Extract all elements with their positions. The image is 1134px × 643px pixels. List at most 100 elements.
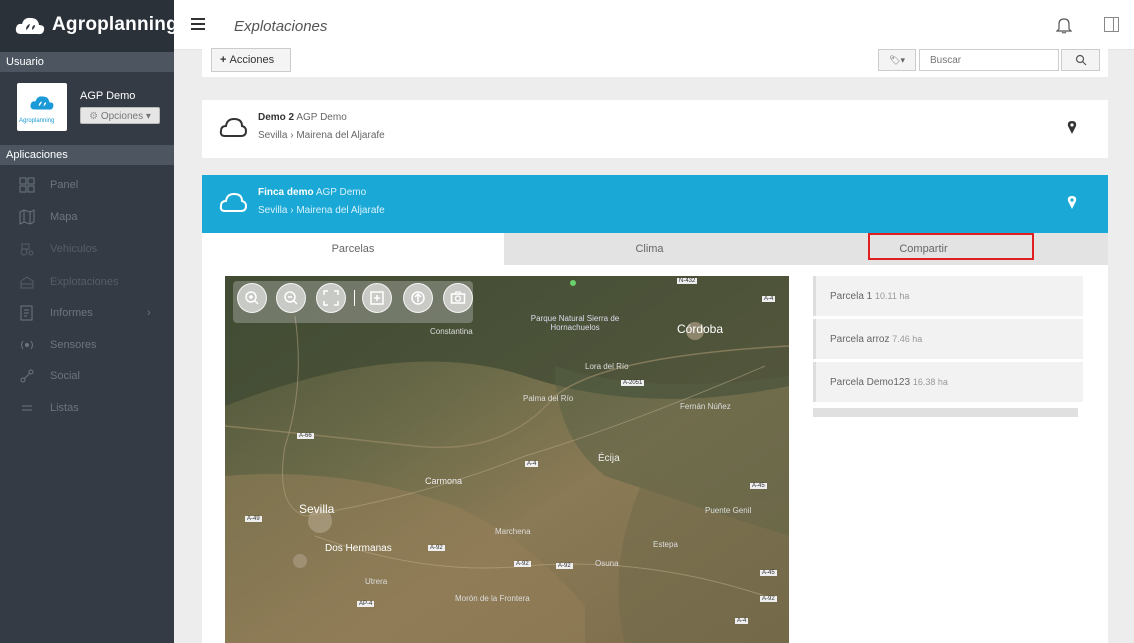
nav-item-vehiculos[interactable]: Vehiculos — [0, 234, 174, 264]
map-pin-icon[interactable] — [1067, 195, 1077, 209]
map-label-palma: Palma del Río — [523, 394, 574, 403]
road-label: AP-4 — [357, 601, 375, 607]
parcel-area: 7.46 ha — [892, 334, 923, 344]
search-icon — [1075, 54, 1086, 66]
nav-item-sensores[interactable]: Sensores — [0, 330, 174, 360]
nav-label: Sensores — [50, 339, 97, 351]
fullscreen-button[interactable] — [316, 283, 346, 313]
brand-name: Agroplanning — [52, 14, 178, 35]
parcel-list: Parcela 1 10.11 ha Parcela arroz 7.46 ha… — [813, 276, 1083, 416]
bell-icon[interactable] — [1056, 16, 1072, 34]
map-label-fernan: Fernán Núñez — [680, 402, 731, 411]
highlight-box — [868, 233, 1034, 260]
map-label-cordoba: Córdoba — [677, 322, 724, 336]
parcel-area: 10.11 ha — [875, 291, 910, 301]
draw-area-icon — [370, 291, 384, 305]
nav-item-listas[interactable]: Listas — [0, 393, 174, 423]
map-label-ecija: Écija — [598, 453, 620, 464]
farm-icon — [18, 273, 36, 291]
nav-item-mapa[interactable]: Mapa — [0, 202, 174, 232]
map-icon — [18, 208, 36, 226]
top-bar: Explotaciones — [174, 0, 1134, 50]
farm-cloud-icon — [219, 117, 247, 137]
nav-label: Panel — [50, 179, 79, 191]
hamburger-menu-icon[interactable] — [191, 18, 205, 30]
options-label: Opciones ▾ — [100, 111, 151, 122]
farm-title: Finca demo AGP Demo — [258, 187, 366, 198]
camera-icon — [450, 291, 466, 304]
chevron-right-icon: › — [147, 307, 151, 319]
user-name: AGP Demo — [80, 90, 136, 102]
parcel-name: Parcela arroz — [830, 334, 890, 345]
nav-label: Listas — [50, 402, 79, 414]
reports-icon — [18, 304, 36, 322]
farm-card-selected[interactable]: Finca demo AGP Demo Sevilla › Mairena de… — [202, 175, 1108, 233]
search-input[interactable] — [919, 49, 1059, 71]
parcel-item[interactable]: Parcela arroz 7.46 ha — [813, 319, 1083, 359]
nav-item-informes[interactable]: Informes › — [0, 298, 174, 328]
tab-parcelas[interactable]: Parcelas — [202, 233, 504, 265]
search-button[interactable] — [1061, 49, 1100, 71]
nav-item-social[interactable]: Social — [0, 361, 174, 391]
road-label: A-2051 — [621, 380, 645, 386]
parcel-item[interactable]: Parcela 1 10.11 ha — [813, 276, 1083, 316]
draw-area-button[interactable] — [362, 283, 392, 313]
list-icon — [18, 399, 36, 417]
farm-title: Demo 2 AGP Demo — [258, 112, 347, 123]
parcel-name: Parcela 1 — [830, 291, 873, 302]
side-panel-toggle-icon[interactable] — [1104, 17, 1119, 32]
map-label-moron: Morón de la Frontera — [455, 594, 530, 603]
farm-name: Demo 2 — [258, 112, 295, 123]
actions-button[interactable]: + Acciones — [211, 48, 291, 72]
satellite-map[interactable]: Parque Natural Sierra de Hornachuelos Có… — [225, 276, 789, 643]
avatar[interactable]: Agroplanning — [17, 83, 67, 131]
nav-item-panel[interactable]: Panel — [0, 170, 174, 200]
map-label-estepa: Estepa — [653, 540, 678, 549]
vehicles-icon — [18, 240, 36, 258]
sensors-icon — [18, 336, 36, 354]
map-label-lora: Lora del Río — [585, 362, 629, 371]
compass-icon — [411, 291, 425, 305]
toolbar: + Acciones 🏷▾ — [202, 45, 1108, 77]
road-label: A-92 — [514, 561, 531, 567]
parcel-name: Parcela Demo123 — [830, 377, 911, 388]
nav-label: Informes — [50, 307, 93, 319]
road-label: N-432 — [677, 278, 698, 284]
map-label-sevilla: Sevilla — [299, 502, 335, 516]
road-label: A-92 — [428, 545, 445, 551]
farm-owner: AGP Demo — [296, 112, 347, 123]
road-label: A-4 — [525, 461, 539, 467]
dashboard-icon — [18, 176, 36, 194]
brand-bar[interactable]: Agroplanning — [0, 0, 178, 52]
map-label-constantina: Constantina — [430, 327, 473, 336]
screenshot-button[interactable] — [443, 283, 473, 313]
road-label: A-4 — [735, 618, 749, 624]
zoom-in-button[interactable] — [237, 283, 267, 313]
farm-card[interactable]: Demo 2 AGP Demo Sevilla › Mairena del Al… — [202, 100, 1108, 158]
tags-icon: 🏷▾ — [889, 55, 905, 65]
nav-item-explotaciones[interactable]: Explotaciones — [0, 267, 174, 297]
tab-clima[interactable]: Clima — [504, 233, 795, 265]
apps-section-header: Aplicaciones — [0, 145, 174, 165]
map-pin-icon[interactable] — [1067, 120, 1077, 134]
map-label-park: Parque Natural Sierra de Hornachuelos — [530, 314, 620, 332]
cloud-logo-icon — [15, 17, 45, 35]
farm-location: Sevilla › Mairena del Aljarafe — [258, 205, 385, 216]
zoom-in-icon — [245, 291, 259, 305]
map-label-utrera: Utrera — [365, 577, 388, 586]
north-button[interactable] — [403, 283, 433, 313]
map-label-dos-hermanas: Dos Hermanas — [325, 543, 392, 554]
parcel-area: 16.38 ha — [912, 377, 948, 387]
farm-location: Sevilla › Mairena del Aljarafe — [258, 130, 385, 141]
map-controls-bar — [233, 281, 473, 323]
options-button[interactable]: ⚙ Opciones ▾ — [80, 107, 160, 124]
nav-label: Vehiculos — [50, 243, 98, 255]
parcel-item[interactable]: Parcela Demo123 16.38 ha — [813, 362, 1083, 402]
tags-dropdown-button[interactable]: 🏷▾ — [878, 49, 916, 71]
gear-icon: ⚙ — [89, 111, 101, 122]
zoom-out-button[interactable] — [276, 283, 306, 313]
sidebar: Agroplanning Usuario Agroplanning AGP De… — [0, 0, 178, 643]
road-label: A-66 — [297, 433, 314, 439]
road-label: A-92 — [760, 596, 777, 602]
road-label: A-92 — [556, 563, 573, 569]
